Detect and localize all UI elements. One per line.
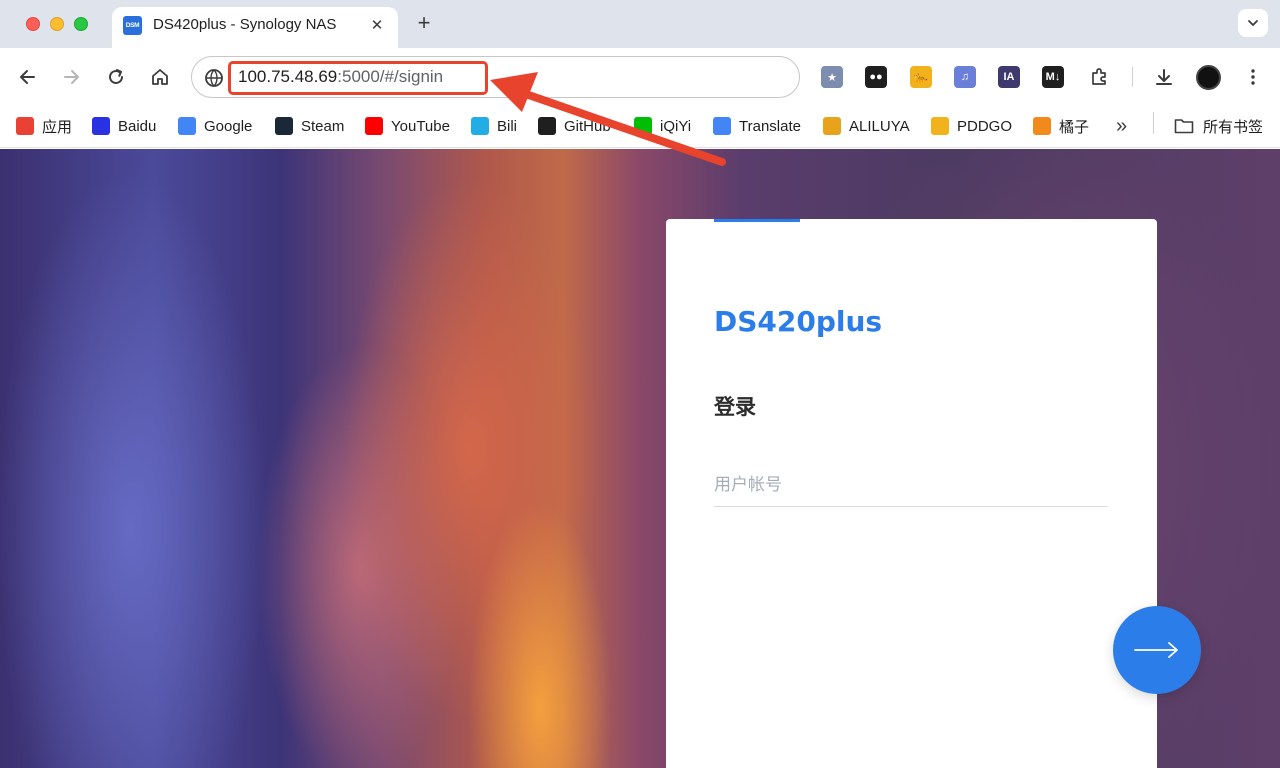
nas-hostname: DS420plus <box>714 305 883 338</box>
iqiyi-icon <box>634 117 652 135</box>
double-chevron-right-icon: » <box>1116 114 1128 137</box>
download-icon <box>1156 69 1172 85</box>
bookmark-label: Google <box>204 117 253 135</box>
bookmark-iqiyi[interactable]: iQiYi <box>634 114 691 138</box>
ia-extension[interactable]: IA <box>998 66 1020 88</box>
home-button[interactable] <box>146 63 174 91</box>
new-tab-button[interactable]: + <box>412 10 436 35</box>
bookmarks-bar: 应用 Baidu Google Steam YouTube Bili GitHub iQiYi… <box>0 106 1280 148</box>
tab-active[interactable]: DSM DS420plus - Synology NAS ✕ <box>112 7 398 48</box>
browser-toolbar: 100.75.48.69:5000/#/signin ★ ●● 🐆 ♫ IA M↓ <box>0 48 1280 106</box>
bookmark-steam[interactable]: Steam <box>275 114 344 138</box>
username-input[interactable] <box>714 463 1108 507</box>
bookmark-orange[interactable]: 橘子 <box>1033 114 1089 138</box>
bookmark-github[interactable]: GitHub <box>538 114 611 138</box>
profile-avatar[interactable] <box>1196 65 1221 90</box>
url-host: 100.75.48.69 <box>238 67 338 86</box>
reload-button[interactable] <box>102 63 130 91</box>
google-translate-icon <box>713 117 731 135</box>
puzzle-icon <box>1092 68 1106 85</box>
youtube-icon <box>365 117 383 135</box>
url-path: :5000/#/signin <box>337 67 444 86</box>
github-icon <box>538 117 556 135</box>
bookmark-aliluya[interactable]: ALILUYA <box>823 114 910 138</box>
folder-icon <box>1174 119 1194 134</box>
extensions-button[interactable] <box>1085 63 1113 91</box>
bookmark-label: Translate <box>739 117 801 135</box>
login-heading: 登录 <box>714 396 756 419</box>
browser-menu-button[interactable] <box>1239 63 1267 91</box>
steam-icon <box>275 117 293 135</box>
arrow-left-icon <box>20 70 35 84</box>
home-icon <box>152 69 168 85</box>
reload-icon <box>109 69 123 84</box>
grid-icon <box>16 117 34 135</box>
fullscreen-window-button[interactable] <box>74 17 88 31</box>
next-button[interactable] <box>1113 606 1201 694</box>
forward-button[interactable] <box>57 63 85 91</box>
bookmark-label: GitHub <box>564 117 611 135</box>
baidu-paw-icon <box>92 117 110 135</box>
bookmark-label: Steam <box>301 117 345 135</box>
bookmark-label: PDDGO <box>957 117 1013 135</box>
synology-dsm-icon: DSM <box>123 16 142 35</box>
bookmark-label: iQiYi <box>660 117 692 135</box>
bookmark-label: Baidu <box>118 117 157 135</box>
tab-close-icon[interactable]: ✕ <box>366 14 388 36</box>
bookmark-label: ALILUYA <box>849 117 910 135</box>
toolbar-separator <box>1132 67 1133 87</box>
tampermonkey-extension[interactable]: ●● <box>865 66 887 88</box>
bookmarks-separator <box>1153 112 1154 134</box>
card-accent-bar <box>714 219 800 222</box>
downloads-button[interactable] <box>1150 63 1178 91</box>
bookmark-label: Bili <box>497 117 518 135</box>
signin-page-background: DS420plus 登录 <box>0 149 1280 768</box>
aliluya-icon <box>823 117 841 135</box>
all-bookmarks-folder[interactable]: 所有书签 <box>1174 114 1263 138</box>
back-button[interactable] <box>14 63 42 91</box>
close-window-button[interactable] <box>26 17 40 31</box>
tab-search-button[interactable] <box>1238 9 1268 37</box>
globe-icon[interactable] <box>204 68 224 88</box>
google-g-icon <box>178 117 196 135</box>
pddgo-icon <box>931 117 949 135</box>
bookmark-bili[interactable]: Bili <box>471 114 517 138</box>
bookmark-label: 应用 <box>42 118 73 136</box>
bookmark-baidu[interactable]: Baidu <box>92 114 156 138</box>
bookmark-apps[interactable]: 应用 <box>16 114 72 138</box>
music-extension[interactable]: ♫ <box>954 66 976 88</box>
arrow-right-icon <box>1134 642 1178 658</box>
url-text[interactable]: 100.75.48.69:5000/#/signin <box>238 67 443 87</box>
tab-title: DS420plus - Synology NAS <box>153 16 337 33</box>
bookmark-label: 橘子 <box>1059 118 1090 136</box>
orange-play-icon <box>1033 117 1051 135</box>
bookmark-google[interactable]: Google <box>178 114 252 138</box>
bookmark-translate[interactable]: Translate <box>713 114 801 138</box>
dog-extension[interactable]: 🐆 <box>910 66 932 88</box>
login-card: DS420plus 登录 <box>666 219 1157 768</box>
chevron-down-icon <box>1248 20 1258 26</box>
bookmark-youtube[interactable]: YouTube <box>365 114 450 138</box>
arrow-right-icon <box>64 70 79 84</box>
address-bar[interactable]: 100.75.48.69:5000/#/signin <box>191 56 800 98</box>
bookmark-pddgo[interactable]: PDDGO <box>931 114 1012 138</box>
bookmarks-overflow-button[interactable]: » <box>1116 114 1127 138</box>
bilibili-icon <box>471 117 489 135</box>
more-vertical-icon <box>1251 69 1255 85</box>
minimize-window-button[interactable] <box>50 17 64 31</box>
markdown-extension[interactable]: M↓ <box>1042 66 1064 88</box>
bookmark-star-extension[interactable]: ★ <box>821 66 843 88</box>
tab-strip: DSM DS420plus - Synology NAS ✕ + <box>0 0 1280 48</box>
bookmark-label: YouTube <box>391 117 450 135</box>
all-bookmarks-label: 所有书签 <box>1203 118 1264 136</box>
